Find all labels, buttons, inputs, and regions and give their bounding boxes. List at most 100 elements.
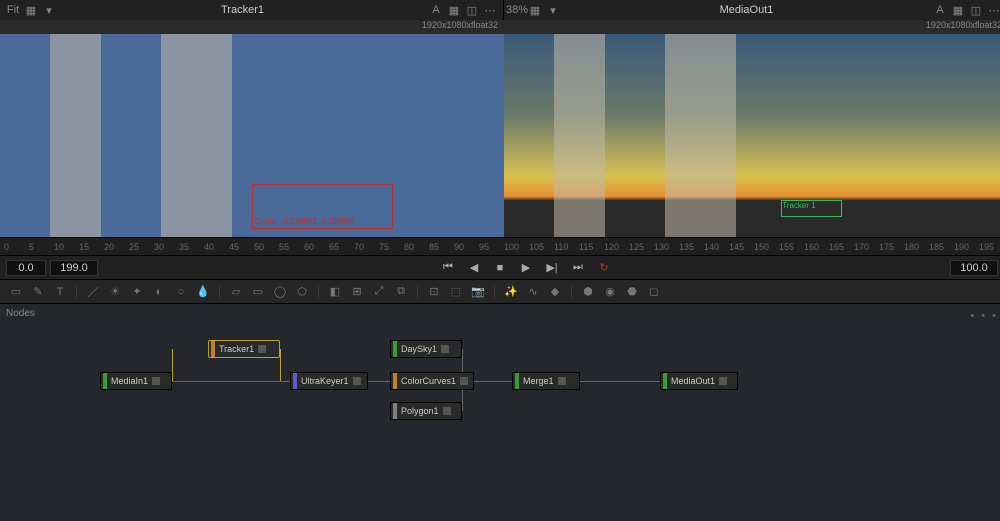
grid-icon[interactable]: ▦: [24, 3, 38, 17]
ruler-tick[interactable]: 135: [679, 242, 704, 252]
ruler-tick[interactable]: 25: [129, 242, 154, 252]
tracker-overlay-box[interactable]: Tracker 1: [781, 200, 841, 216]
ruler-tick[interactable]: 150: [754, 242, 779, 252]
viewer-left[interactable]: 1920x1080xfloat32 Center: 0.534891, 0.16…: [0, 20, 504, 237]
play-button[interactable]: ▶: [517, 260, 535, 276]
more-icon[interactable]: ⋯: [483, 3, 497, 17]
ruler-tick[interactable]: 55: [279, 242, 304, 252]
brush-tool-icon[interactable]: ／: [85, 284, 101, 300]
ruler-tick[interactable]: 5: [29, 242, 54, 252]
ruler-tick[interactable]: 90: [454, 242, 479, 252]
fit-dropdown[interactable]: Fit: [6, 3, 20, 17]
merge-icon[interactable]: ⊞: [349, 284, 365, 300]
timeline-ruler[interactable]: 0510152025303540455055606570758085909510…: [0, 237, 1000, 255]
ruler-tick[interactable]: 85: [429, 242, 454, 252]
ruler-tick[interactable]: 15: [79, 242, 104, 252]
node-mediaout1[interactable]: MediaOut1: [660, 372, 738, 390]
current-frame-field[interactable]: 0.0: [6, 260, 46, 276]
ruler-tick[interactable]: 30: [154, 242, 179, 252]
planar-icon[interactable]: ⬚: [448, 284, 464, 300]
light-icon[interactable]: ◉: [602, 284, 618, 300]
viewer-right[interactable]: 1920x1080xfloat32 Tracker 1: [504, 20, 1000, 237]
paint-tool-icon[interactable]: ✎: [30, 284, 46, 300]
abc-icon[interactable]: A: [933, 3, 947, 17]
abc-icon[interactable]: A: [429, 3, 443, 17]
node-polygon1[interactable]: Polygon1: [390, 402, 462, 420]
wand-icon[interactable]: ✨: [503, 284, 519, 300]
ruler-tick[interactable]: 50: [254, 242, 279, 252]
ruler-tick[interactable]: 40: [204, 242, 229, 252]
ruler-tick[interactable]: 110: [554, 242, 579, 252]
tracker-icon[interactable]: ⊡: [426, 284, 442, 300]
render-icon[interactable]: ⬣: [624, 284, 640, 300]
tracker-pattern-box[interactable]: Center: 0.534891, 0.169588: [252, 184, 393, 229]
drop-icon[interactable]: 💧: [195, 284, 211, 300]
goto-start-button[interactable]: ⏮: [439, 260, 457, 276]
ruler-tick[interactable]: 145: [729, 242, 754, 252]
step-back-button[interactable]: ◀: [465, 260, 483, 276]
ruler-tick[interactable]: 125: [629, 242, 654, 252]
ruler-tick[interactable]: 105: [529, 242, 554, 252]
key-icon[interactable]: ◆: [547, 284, 563, 300]
ruler-tick[interactable]: 190: [954, 242, 979, 252]
ruler-tick[interactable]: 10: [54, 242, 79, 252]
stop-button[interactable]: ■: [491, 260, 509, 276]
ruler-tick[interactable]: 160: [804, 242, 829, 252]
ruler-tick[interactable]: 95: [479, 242, 504, 252]
ruler-tick[interactable]: 130: [654, 242, 679, 252]
end-frame-field[interactable]: 199.0: [50, 260, 98, 276]
ruler-tick[interactable]: 175: [879, 242, 904, 252]
crop-icon[interactable]: ⧉: [393, 284, 409, 300]
more-icon[interactable]: ⋯: [987, 3, 1000, 17]
node-graph[interactable]: Nodes • • • MediaIn1Tracker1UltraKeyer1D…: [0, 303, 1000, 521]
node-ultrakeyer1[interactable]: UltraKeyer1: [290, 372, 368, 390]
sparkle-icon[interactable]: ✦: [129, 284, 145, 300]
color-icon[interactable]: ◐: [151, 284, 167, 300]
ruler-tick[interactable]: 100: [504, 242, 529, 252]
node-daysky1[interactable]: DaySky1: [390, 340, 462, 358]
grid2-icon[interactable]: ▦: [447, 3, 461, 17]
node-colorcurves1[interactable]: ColorCurves1: [390, 372, 474, 390]
blur-icon[interactable]: ○: [173, 284, 189, 300]
step-fwd-button[interactable]: ▶|: [543, 260, 561, 276]
loop-button[interactable]: ↻: [595, 260, 613, 276]
ruler-tick[interactable]: 20: [104, 242, 129, 252]
goto-end-button[interactable]: ⏭: [569, 260, 587, 276]
matte-icon[interactable]: ◧: [327, 284, 343, 300]
ruler-tick[interactable]: 170: [854, 242, 879, 252]
render-end-field[interactable]: 100.0: [950, 260, 998, 276]
ellipse-mask-icon[interactable]: ◯: [272, 284, 288, 300]
brightness-icon[interactable]: ☀: [107, 284, 123, 300]
ruler-tick[interactable]: 65: [329, 242, 354, 252]
dropdown-icon[interactable]: ▾: [546, 3, 560, 17]
ruler-tick[interactable]: 115: [579, 242, 604, 252]
ruler-tick[interactable]: 75: [379, 242, 404, 252]
curve-icon[interactable]: ∿: [525, 284, 541, 300]
ruler-tick[interactable]: 45: [229, 242, 254, 252]
3d-icon[interactable]: ⬢: [580, 284, 596, 300]
rect-mask-icon[interactable]: ▭: [250, 284, 266, 300]
camera-icon[interactable]: 📷: [470, 284, 486, 300]
ruler-tick[interactable]: 140: [704, 242, 729, 252]
xf-icon[interactable]: ⤢: [371, 284, 387, 300]
ruler-tick[interactable]: 120: [604, 242, 629, 252]
polygon-mask-icon[interactable]: ⬠: [294, 284, 310, 300]
ruler-tick[interactable]: 165: [829, 242, 854, 252]
cube-icon[interactable]: ◻: [646, 284, 662, 300]
node-mediain1[interactable]: MediaIn1: [100, 372, 172, 390]
ruler-tick[interactable]: 180: [904, 242, 929, 252]
ruler-tick[interactable]: 0: [4, 242, 29, 252]
dropdown-icon[interactable]: ▾: [42, 3, 56, 17]
ruler-tick[interactable]: 155: [779, 242, 804, 252]
node-merge1[interactable]: Merge1: [512, 372, 580, 390]
ruler-tick[interactable]: 185: [929, 242, 954, 252]
ruler-tick[interactable]: 60: [304, 242, 329, 252]
ruler-tick[interactable]: 80: [404, 242, 429, 252]
background-tool-icon[interactable]: ▭: [8, 284, 24, 300]
ruler-tick[interactable]: 70: [354, 242, 379, 252]
text-tool-icon[interactable]: T: [52, 284, 68, 300]
split-icon[interactable]: ◫: [465, 3, 479, 17]
grid-icon[interactable]: ▦: [528, 3, 542, 17]
mask-icon[interactable]: ▱: [228, 284, 244, 300]
ruler-tick[interactable]: 195: [979, 242, 1000, 252]
